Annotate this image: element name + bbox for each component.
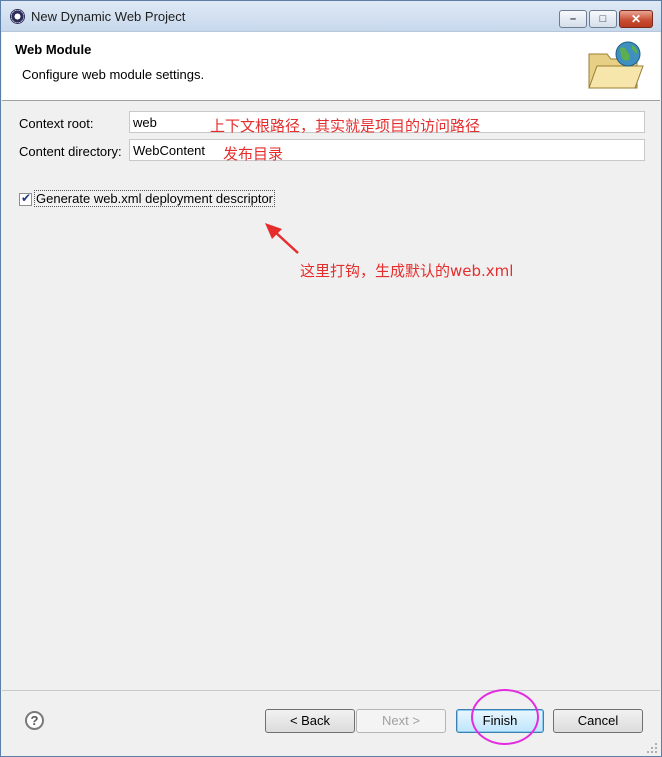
page-subtitle: Configure web module settings. [22, 67, 205, 82]
close-icon: ✕ [630, 12, 642, 26]
annotation-arrow-icon [265, 223, 299, 254]
generate-descriptor-label[interactable]: Generate web.xml deployment descriptor [34, 190, 276, 207]
window-title: New Dynamic Web Project [31, 9, 186, 24]
resize-grip-icon[interactable] [646, 742, 658, 754]
back-button[interactable]: < Back [265, 709, 355, 733]
generate-descriptor-checkbox[interactable]: ✔ [19, 191, 32, 206]
context-root-value: web [133, 115, 157, 130]
close-button[interactable]: ✕ [619, 10, 653, 28]
wizard-header: Web Module Configure web module settings… [2, 32, 660, 101]
footer-divider [2, 690, 660, 691]
eclipse-icon [10, 9, 25, 24]
context-root-annotation: 上下文根路径，其实就是项目的访问路径 [210, 117, 481, 135]
help-icon[interactable]: ? [25, 711, 44, 730]
checkbox-annotation: 这里打钩，生成默认的web.xml [300, 262, 514, 280]
content-directory-input[interactable]: WebContent [129, 139, 645, 161]
web-folder-globe-icon [588, 41, 644, 89]
maximize-button[interactable]: □ [589, 10, 617, 28]
checkmark-icon: ✔ [21, 191, 32, 205]
minimize-button[interactable]: – [559, 10, 587, 28]
dialog-window: New Dynamic Web Project – □ ✕ Web Module… [0, 0, 662, 757]
content-directory-annotation: 发布目录 [223, 145, 284, 163]
cancel-button[interactable]: Cancel [553, 709, 643, 733]
title-bar[interactable]: New Dynamic Web Project – □ ✕ [1, 1, 661, 32]
page-title: Web Module [15, 42, 92, 57]
maximize-icon: □ [599, 13, 607, 25]
context-root-label: Context root: [19, 116, 94, 131]
form-area: Context root: web 上下文根路径，其实就是项目的访问路径 Con… [2, 101, 660, 686]
next-button: Next > [356, 709, 446, 733]
content-directory-label: Content directory: [19, 144, 122, 159]
minimize-icon: – [569, 13, 577, 25]
finish-highlight-circle [471, 689, 539, 745]
content-directory-value: WebContent [133, 143, 206, 158]
